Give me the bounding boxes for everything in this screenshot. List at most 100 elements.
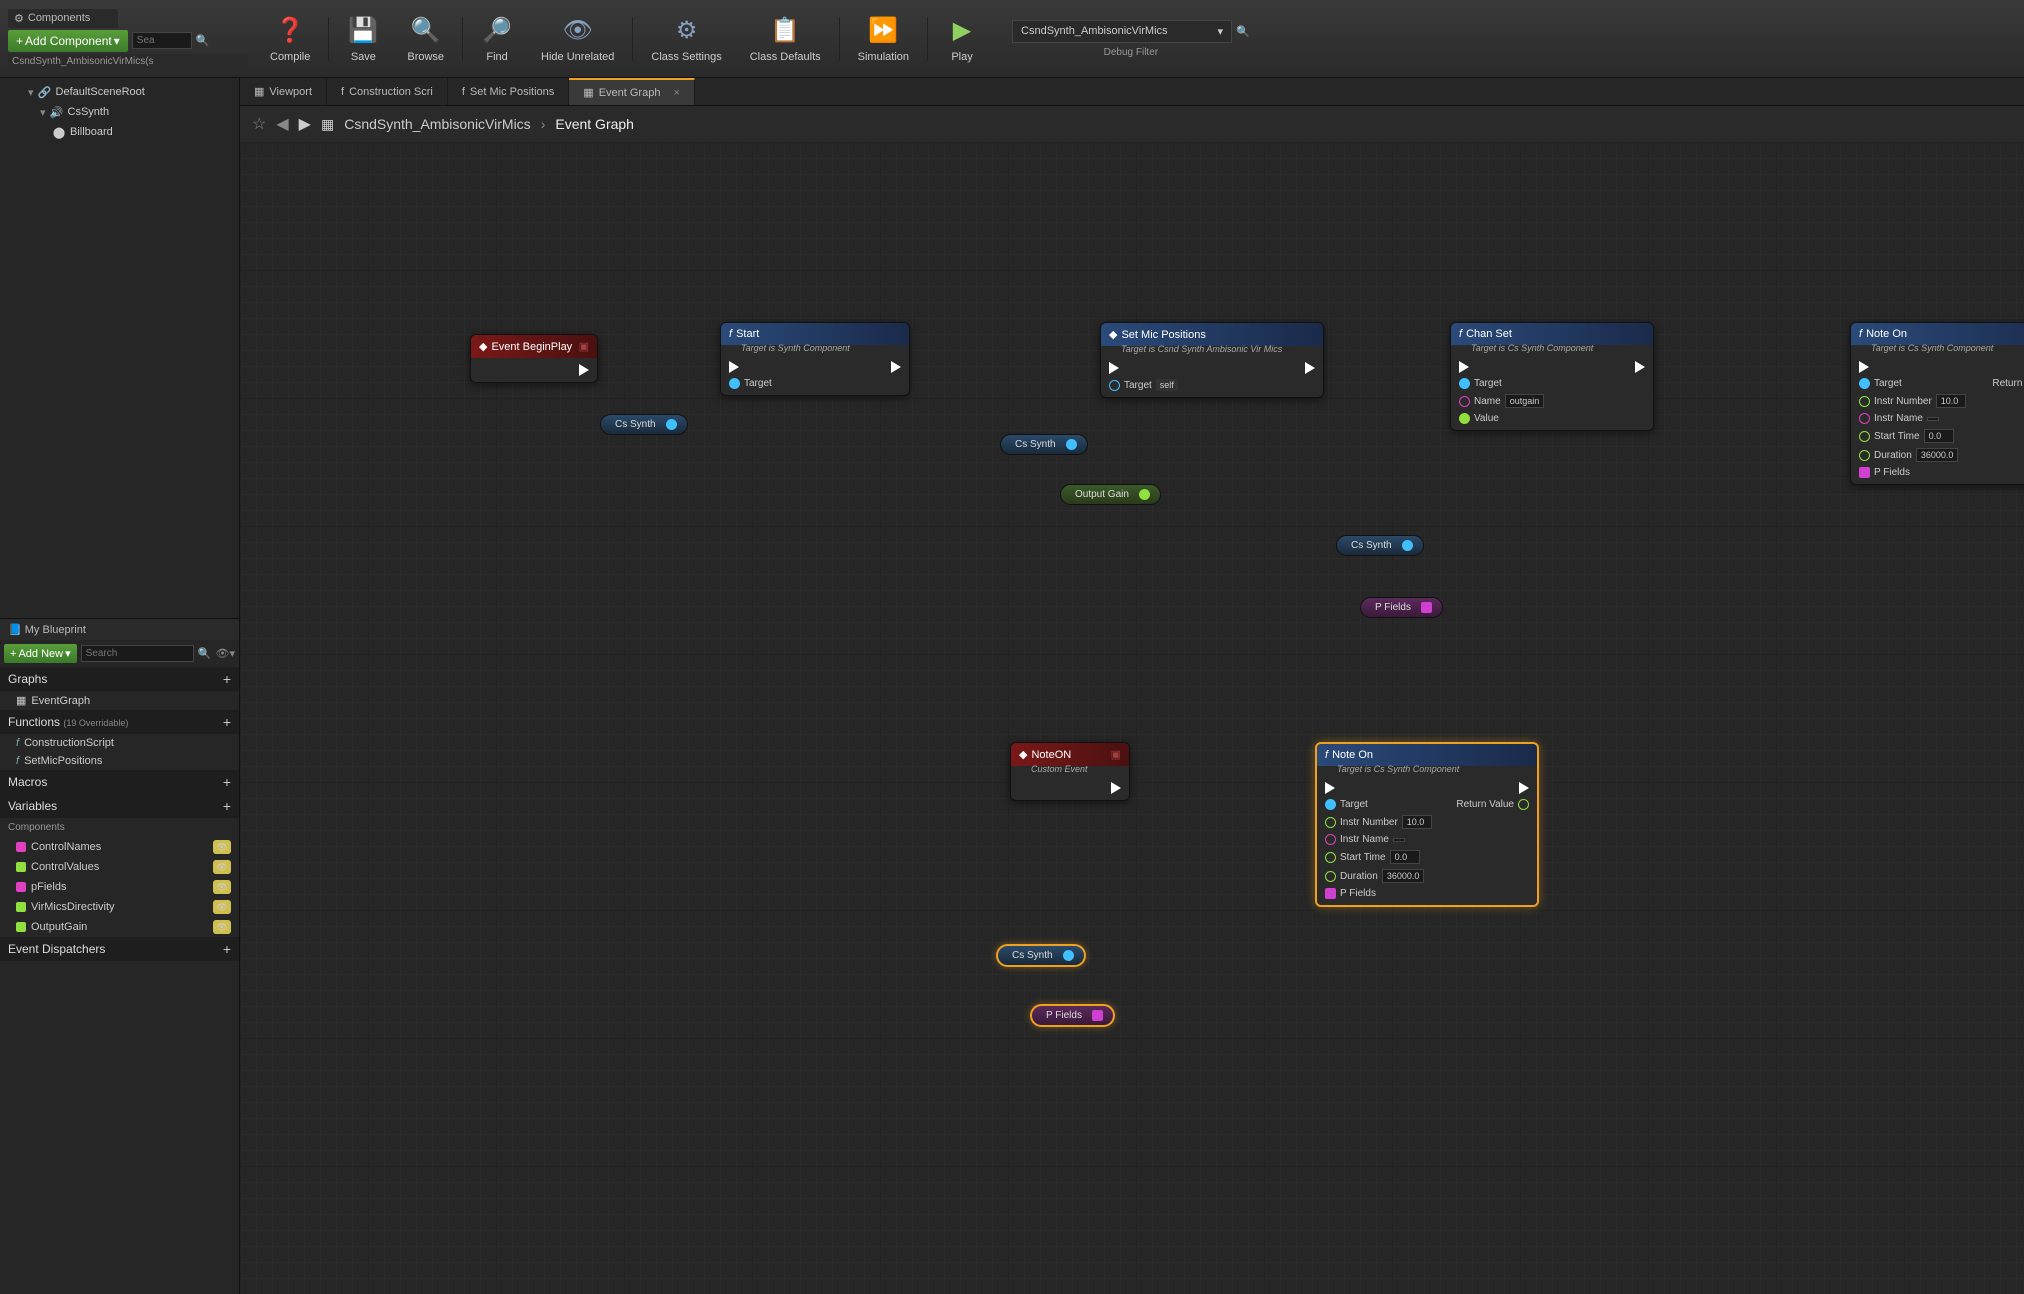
search-icon[interactable]: 🔍 <box>1236 25 1250 38</box>
section-dispatchers[interactable]: Event Dispatchers + <box>0 937 239 961</box>
eye-icon[interactable]: 👁▾ <box>216 647 236 660</box>
node-set-mic-positions[interactable]: ◆Set Mic Positions Target is Csnd Synth … <box>1100 322 1324 398</box>
add-dispatcher-button[interactable]: + <box>223 941 231 957</box>
hide-unrelated-button[interactable]: 👁 Hide Unrelated <box>527 9 628 69</box>
instr-name-pin[interactable] <box>1859 413 1870 424</box>
start-time-input[interactable]: 0.0 <box>1924 429 1954 443</box>
variable-item[interactable]: OutputGain👁 <box>0 917 239 937</box>
function-item-setmic[interactable]: fSetMicPositions <box>0 752 239 770</box>
var-node-cssynth-2[interactable]: Cs Synth <box>1000 434 1088 455</box>
add-graph-button[interactable]: + <box>223 671 231 687</box>
node-start[interactable]: fStart Target is Synth Component Target <box>720 322 910 396</box>
target-pin[interactable] <box>1109 380 1120 391</box>
exec-in-pin[interactable] <box>1325 782 1335 794</box>
section-macros[interactable]: Macros + <box>0 770 239 794</box>
components-search-input[interactable] <box>132 32 192 49</box>
visibility-toggle[interactable]: 👁 <box>213 860 231 874</box>
graph-item-eventgraph[interactable]: ▦EventGraph <box>0 691 239 710</box>
name-input[interactable]: outgain <box>1505 394 1545 408</box>
nav-back-button[interactable]: ◀ <box>276 114 288 134</box>
duration-input[interactable]: 36000.0 <box>1382 869 1425 883</box>
section-variables[interactable]: Variables + <box>0 794 239 818</box>
var-out-pin[interactable] <box>1402 540 1413 551</box>
tree-root[interactable]: ▾ 🔗 DefaultSceneRoot <box>0 82 239 102</box>
node-note-on-2[interactable]: fNote On Target is Cs Synth Component Ta… <box>1315 742 1539 907</box>
class-settings-button[interactable]: ⚙ Class Settings <box>637 9 735 69</box>
instr-name-pin[interactable] <box>1325 834 1336 845</box>
var-out-pin[interactable] <box>1063 950 1074 961</box>
var-out-pin[interactable] <box>666 419 677 430</box>
instr-number-input[interactable]: 10.0 <box>1402 815 1432 829</box>
var-out-pin[interactable] <box>1066 439 1077 450</box>
instr-name-input[interactable] <box>1927 417 1939 421</box>
variable-item[interactable]: ControlNames👁 <box>0 837 239 857</box>
var-out-pin[interactable] <box>1092 1010 1103 1021</box>
exec-out-pin[interactable] <box>1111 782 1121 794</box>
favorite-icon[interactable]: ☆ <box>252 114 266 134</box>
var-node-cssynth-3[interactable]: Cs Synth <box>1336 535 1424 556</box>
add-new-button[interactable]: + Add New ▾ <box>4 644 77 663</box>
var-out-pin[interactable] <box>1421 602 1432 613</box>
instr-number-pin[interactable] <box>1325 817 1336 828</box>
instr-number-input[interactable]: 10.0 <box>1936 394 1966 408</box>
graph-tab[interactable]: ▦Event Graph× <box>569 78 695 105</box>
blueprint-search-input[interactable] <box>81 645 194 662</box>
exec-out-pin[interactable] <box>1305 362 1315 374</box>
var-node-pfields-2[interactable]: P Fields <box>1030 1004 1115 1027</box>
duration-pin[interactable] <box>1859 450 1870 461</box>
exec-in-pin[interactable] <box>1859 361 1869 373</box>
section-functions[interactable]: Functions (19 Overridable) + <box>0 710 239 734</box>
return-pin[interactable] <box>1518 799 1529 810</box>
exec-in-pin[interactable] <box>1109 362 1119 374</box>
simulation-button[interactable]: ⏩ Simulation <box>844 9 923 69</box>
exec-in-pin[interactable] <box>1459 361 1469 373</box>
visibility-toggle[interactable]: 👁 <box>213 900 231 914</box>
breadcrumb-graph[interactable]: Event Graph <box>555 116 634 132</box>
var-node-cssynth-4[interactable]: Cs Synth <box>996 944 1086 967</box>
add-variable-button[interactable]: + <box>223 798 231 814</box>
instr-name-input[interactable] <box>1393 838 1405 842</box>
var-out-pin[interactable] <box>1139 489 1150 500</box>
browse-button[interactable]: 🔍 Browse <box>393 9 458 69</box>
visibility-toggle[interactable]: 👁 <box>213 920 231 934</box>
function-item-construction[interactable]: fConstructionScript <box>0 734 239 752</box>
close-icon[interactable]: × <box>673 87 679 99</box>
play-button[interactable]: ▶ Play <box>932 9 992 69</box>
var-node-cssynth-1[interactable]: Cs Synth <box>600 414 688 435</box>
target-pin[interactable] <box>1859 378 1870 389</box>
breadcrumb-blueprint[interactable]: CsndSynth_AmbisonicVirMics <box>344 116 530 132</box>
my-blueprint-tab[interactable]: 📘 My Blueprint <box>0 618 239 640</box>
node-chan-set[interactable]: fChan Set Target is Cs Synth Component T… <box>1450 322 1654 431</box>
save-button[interactable]: 💾 Save <box>333 9 393 69</box>
visibility-toggle[interactable]: 👁 <box>213 880 231 894</box>
exec-out-pin[interactable] <box>891 361 901 373</box>
target-pin[interactable] <box>1459 378 1470 389</box>
exec-in-pin[interactable] <box>729 361 739 373</box>
variable-item[interactable]: VirMicsDirectivity👁 <box>0 897 239 917</box>
tree-billboard[interactable]: ⬤ Billboard <box>0 122 239 142</box>
node-toggle-icon[interactable]: ▣ <box>1111 748 1121 761</box>
node-event-beginplay[interactable]: ◆Event BeginPlay▣ <box>470 334 598 383</box>
start-time-pin[interactable] <box>1859 431 1870 442</box>
class-defaults-button[interactable]: 📋 Class Defaults <box>736 9 835 69</box>
compile-button[interactable]: ❓ Compile <box>256 9 324 69</box>
exec-out-pin[interactable] <box>1635 361 1645 373</box>
nav-forward-button[interactable]: ▶ <box>299 114 311 134</box>
graph-tab[interactable]: fSet Mic Positions <box>448 78 569 105</box>
value-pin[interactable] <box>1459 413 1470 424</box>
section-graphs[interactable]: Graphs + <box>0 667 239 691</box>
start-time-input[interactable]: 0.0 <box>1390 850 1420 864</box>
var-node-pfields-1[interactable]: P Fields <box>1360 597 1443 618</box>
debug-filter-combo[interactable]: CsndSynth_AmbisonicVirMics ▾ <box>1012 20 1232 43</box>
graph-canvas[interactable]: ◆Event BeginPlay▣ fStart Target is Synth… <box>240 142 2024 1294</box>
graph-tab[interactable]: fConstruction Scri <box>327 78 448 105</box>
pfields-pin[interactable] <box>1325 888 1336 899</box>
name-pin[interactable] <box>1459 396 1470 407</box>
find-button[interactable]: 🔎 Find <box>467 9 527 69</box>
graph-tab[interactable]: ▦Viewport <box>240 78 327 105</box>
start-time-pin[interactable] <box>1325 852 1336 863</box>
instr-number-pin[interactable] <box>1859 396 1870 407</box>
node-toggle-icon[interactable]: ▣ <box>579 340 589 353</box>
target-pin[interactable] <box>1325 799 1336 810</box>
visibility-toggle[interactable]: 👁 <box>213 840 231 854</box>
